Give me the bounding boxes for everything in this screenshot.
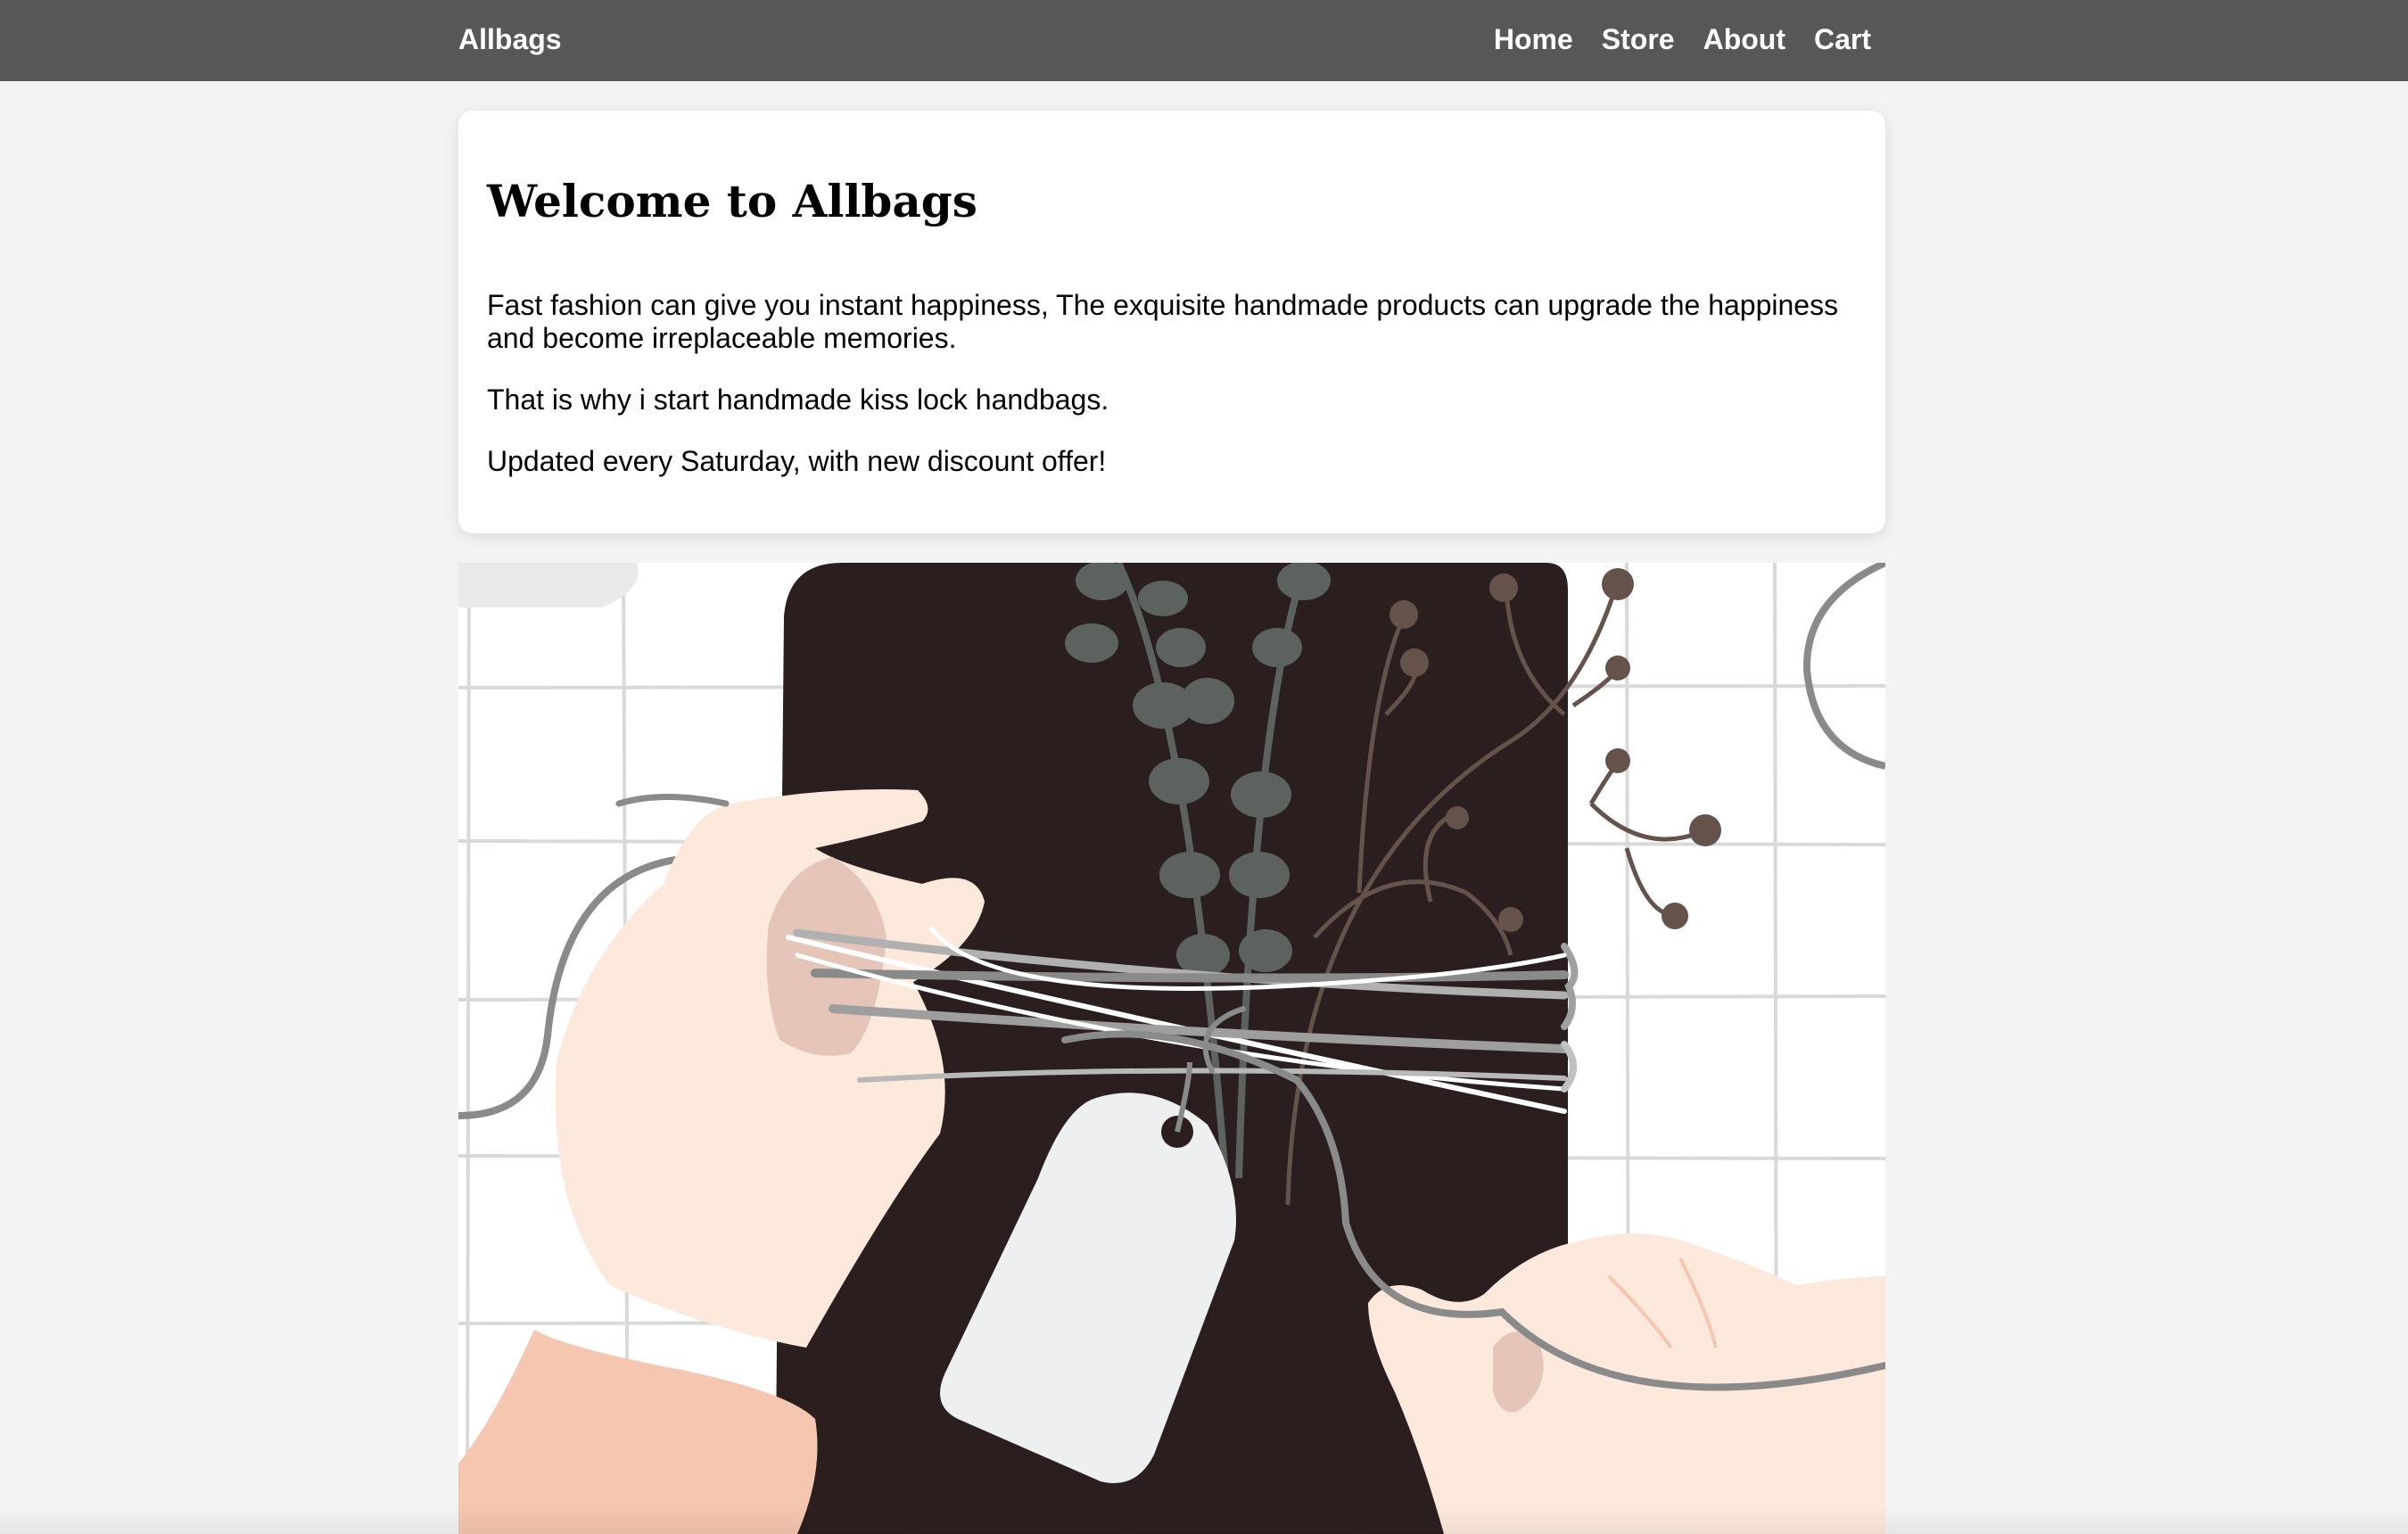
nav-store-link[interactable]: Store <box>1602 20 1675 59</box>
top-navbar: Allbags Home Store About Cart <box>0 0 2408 81</box>
update-paragraph: Updated every Saturday, with new discoun… <box>487 445 1107 477</box>
mission-paragraph: That is why i start handmade kiss lock h… <box>487 384 1109 416</box>
nav-cart-link[interactable]: Cart <box>1814 20 1871 59</box>
nav-home-link[interactable]: Home <box>1494 20 1573 59</box>
welcome-title: Welcome to Allbags <box>487 175 977 227</box>
brand-link[interactable]: Allbags <box>458 20 562 59</box>
gift-wrapping-illustration-icon <box>458 563 1885 1534</box>
intro-paragraph: Fast fashion can give you instant happin… <box>487 289 1839 354</box>
welcome-card: Welcome to Allbags Fast fashion can give… <box>458 111 1885 533</box>
hero-image <box>458 563 1885 1534</box>
nav-links: Home Store About Cart <box>1494 20 1871 59</box>
nav-about-link[interactable]: About <box>1703 20 1785 59</box>
